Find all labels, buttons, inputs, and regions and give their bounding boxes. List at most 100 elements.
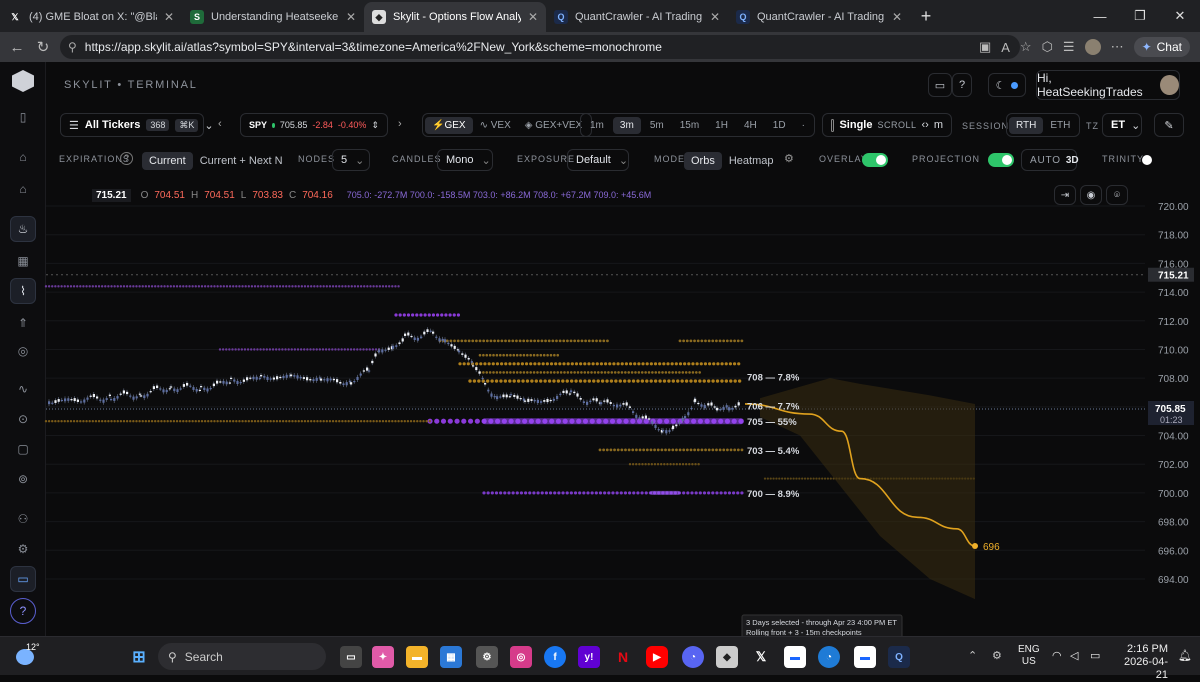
taskbar-search[interactable]: ⚲ Search (158, 643, 326, 670)
edge-icon[interactable]: ◔ (818, 646, 840, 668)
browser-tab[interactable]: S Understanding Heatseeker for Trac ✕ (182, 2, 364, 32)
interval-1h[interactable]: 1H (708, 117, 735, 134)
store-icon[interactable]: ▦ (440, 646, 462, 668)
tab-gex-vex[interactable]: ◈ GEX+VEX (518, 117, 589, 134)
tab-gex[interactable]: ⚡GEX (425, 116, 473, 134)
close-tab-icon[interactable]: ✕ (892, 10, 902, 24)
exposure-select[interactable]: Default ⌄ (567, 149, 629, 171)
battery-icon[interactable]: ▭ (1090, 649, 1100, 662)
extensions-icon[interactable]: ⬡ (1042, 39, 1053, 55)
gex-orb (694, 463, 697, 466)
more-icon[interactable]: ⋯ (1111, 39, 1124, 55)
session-eth[interactable]: ETH (1043, 117, 1077, 134)
language-indicator[interactable]: ENG US (1018, 644, 1040, 668)
favorite-star-icon[interactable]: ☆ (1020, 39, 1032, 55)
mode-heatmap[interactable]: Heatmap (722, 152, 781, 170)
projection-toggle[interactable] (988, 153, 1014, 167)
price-chart[interactable]: 720.00718.00716.00714.00712.00710.00708.… (0, 182, 1200, 636)
panel-toggle-icon[interactable]: ▯ (10, 104, 36, 130)
new-tab-button[interactable]: + (910, 2, 942, 32)
skylit-logo[interactable] (12, 70, 34, 92)
trinity-toggle[interactable] (1140, 153, 1166, 167)
profile-avatar-icon[interactable] (1084, 39, 1101, 55)
gex-orb (706, 379, 711, 383)
discord-icon[interactable]: ◔ (682, 646, 704, 668)
symbol-selector[interactable]: SPY 705.85 -2.84 -0.40% ⇕ (240, 113, 388, 137)
instagram-icon[interactable]: ◎ (510, 646, 532, 668)
refresh-icon[interactable]: ↻ (30, 38, 56, 56)
tray-app-icon[interactable]: ⚙ (992, 649, 1002, 662)
netflix-icon[interactable]: N (612, 646, 634, 668)
mode-orbs[interactable]: Orbs (684, 152, 722, 170)
candle (722, 406, 725, 410)
home-icon[interactable]: ⌂ (10, 144, 36, 170)
maximize-icon[interactable]: ❐ (1120, 0, 1160, 32)
interval-4h[interactable]: 4H (737, 117, 764, 134)
exp-next-n[interactable]: Current + Next N (193, 152, 290, 170)
gear-icon[interactable]: ⚙ (784, 152, 794, 165)
wifi-icon[interactable]: ◠ (1052, 649, 1062, 662)
favorites-icon[interactable]: ☰ (1063, 39, 1075, 55)
yahoo-icon[interactable]: y! (578, 646, 600, 668)
settings-app-icon[interactable]: ⚙ (476, 646, 498, 668)
exp-current[interactable]: Current (142, 152, 193, 170)
tab-vex[interactable]: ∿ VEX (473, 117, 518, 134)
back-icon[interactable]: ← (4, 39, 30, 56)
gex-orb (394, 313, 398, 317)
file-explorer-icon[interactable]: ▬ (406, 646, 428, 668)
theme-toggle[interactable]: ☾ (988, 73, 1026, 97)
gex-orb (598, 491, 603, 495)
all-tickers-button[interactable]: ☰ All Tickers 368 ⌘K ⌄ (60, 113, 214, 137)
browser-tab[interactable]: Q QuantCrawler - AI Trading Signals ✕ (728, 2, 910, 32)
copilot-app-icon[interactable]: ✦ (372, 646, 394, 668)
overlay-toggle[interactable] (862, 153, 888, 167)
skylit-taskbar-icon[interactable]: ◆ (716, 646, 738, 668)
close-window-icon[interactable]: ✕ (1160, 0, 1200, 32)
close-tab-icon[interactable]: ✕ (528, 10, 538, 24)
monitor-icon[interactable]: ▭ (928, 73, 952, 97)
browser-tab-active[interactable]: ◆ Skylit - Options Flow Analytics ✕ (364, 2, 546, 32)
more-intervals-icon[interactable]: · (795, 117, 812, 134)
tray-chevron-icon[interactable]: ⌃ (968, 649, 977, 662)
site-info-icon[interactable]: ⚲ (68, 40, 77, 54)
session-rth[interactable]: RTH (1009, 116, 1044, 134)
quantcrawler-icon[interactable]: Q (888, 646, 910, 668)
interval-1d[interactable]: 1D (766, 117, 793, 134)
x-app-icon[interactable]: 𝕏 (750, 646, 772, 668)
close-tab-icon[interactable]: ✕ (346, 10, 356, 24)
youtube-icon[interactable]: ▶ (646, 646, 668, 668)
clock[interactable]: 2:16 PM 2026-04-21 (1112, 643, 1168, 682)
interval-5m[interactable]: 5m (643, 117, 671, 134)
next-ticker-icon[interactable]: › (398, 118, 402, 130)
minimize-icon[interactable]: — (1080, 0, 1120, 32)
interval-1m[interactable]: 1m (583, 117, 611, 134)
close-tab-icon[interactable]: ✕ (164, 10, 174, 24)
bluesky-icon[interactable]: ▬ (784, 646, 806, 668)
read-aloud-icon[interactable]: A (1001, 40, 1010, 55)
prev-ticker-icon[interactable]: ‹ (218, 118, 222, 130)
start-windows-icon[interactable]: ⊞ (128, 646, 150, 668)
info-icon[interactable]: ? (120, 152, 133, 165)
bluesky-alt-icon[interactable]: ▬ (854, 646, 876, 668)
help-button[interactable]: ? (952, 73, 972, 97)
candles-select[interactable]: Mono ⌄ (437, 149, 493, 171)
facebook-icon[interactable]: f (544, 646, 566, 668)
nodes-select[interactable]: 5 ⌄ (332, 149, 370, 171)
gex-orb (509, 353, 512, 357)
interval-3m[interactable]: 3m (612, 116, 641, 134)
volume-icon[interactable]: ◁ (1070, 649, 1078, 662)
timezone-select[interactable]: ET ⌄ (1102, 113, 1142, 137)
close-tab-icon[interactable]: ✕ (710, 10, 720, 24)
copilot-chat-button[interactable]: ✦ Chat (1133, 37, 1190, 57)
draw-button[interactable]: ✎ (1154, 113, 1184, 137)
browser-tab[interactable]: Q QuantCrawler - AI Trading Signals ✕ (546, 2, 728, 32)
interval-15m[interactable]: 15m (673, 117, 706, 134)
auto-3d-toggle[interactable]: AUTO 3D (1021, 149, 1079, 171)
apps-icon[interactable]: ▣ (979, 39, 991, 55)
browser-tab[interactable]: 𝕏 (4) GME Bloat on X: "@Blair519 On ✕ (0, 2, 182, 32)
url-field[interactable]: ⚲ https://app.skylit.ai/atlas?symbol=SPY… (60, 35, 1020, 59)
task-view-icon[interactable]: ▭ (340, 646, 362, 668)
notification-bell-icon[interactable]: 🔔︎ (1178, 649, 1192, 662)
user-menu[interactable]: Hi, HeatSeekingTrades (1036, 70, 1180, 100)
single-toggle[interactable]: Single SCROLL ‹› m (822, 113, 952, 137)
